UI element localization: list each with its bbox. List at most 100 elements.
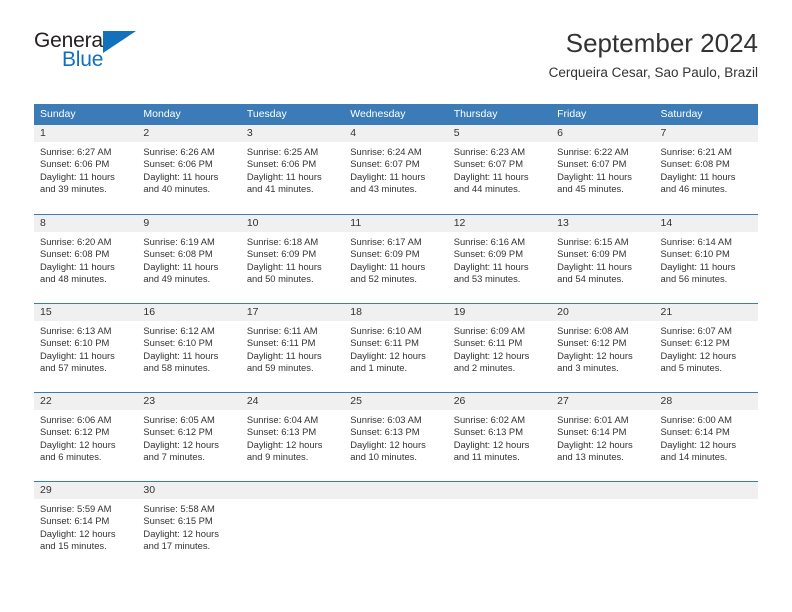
sunset-text: Sunset: 6:09 PM xyxy=(246,248,317,260)
day-info: Sunrise: 6:07 AM Sunset: 6:12 PM Dayligh… xyxy=(655,321,758,375)
sunrise-text: Sunrise: 6:23 AM xyxy=(453,146,526,157)
daylight-text-line2: and 44 minutes. xyxy=(453,183,521,195)
day-cell[interactable]: 9 Sunrise: 6:19 AM Sunset: 6:08 PM Dayli… xyxy=(137,215,241,296)
daylight-text-line1: Daylight: 11 hours xyxy=(246,260,322,272)
daylight-text-line2: and 6 minutes. xyxy=(40,451,102,463)
sunrise-text: Sunrise: 6:09 AM xyxy=(453,325,526,336)
day-info: Sunrise: 6:11 AM Sunset: 6:11 PM Dayligh… xyxy=(241,321,344,375)
sunset-text: Sunset: 6:15 PM xyxy=(143,515,213,527)
daylight-text-line2: and 58 minutes. xyxy=(143,362,211,374)
sunset-text: Sunset: 6:06 PM xyxy=(143,158,213,170)
daylight-text-line2: and 59 minutes. xyxy=(246,362,314,374)
day-cell[interactable]: 15 Sunrise: 6:13 AM Sunset: 6:10 PM Dayl… xyxy=(34,304,138,385)
daylight-text-line1: Daylight: 12 hours xyxy=(453,349,530,361)
sunset-text: Sunset: 6:14 PM xyxy=(557,426,627,438)
day-cell[interactable]: 18 Sunrise: 6:10 AM Sunset: 6:11 PM Dayl… xyxy=(344,304,448,385)
day-info: Sunrise: 6:24 AM Sunset: 6:07 PM Dayligh… xyxy=(344,142,447,196)
day-cell[interactable]: 16 Sunrise: 6:12 AM Sunset: 6:10 PM Dayl… xyxy=(137,304,241,385)
day-number: 1 xyxy=(34,125,138,142)
sunset-text: Sunset: 6:12 PM xyxy=(660,337,730,349)
day-cell[interactable]: 14 Sunrise: 6:14 AM Sunset: 6:10 PM Dayl… xyxy=(654,215,758,296)
day-cell[interactable]: 30 Sunrise: 5:58 AM Sunset: 6:15 PM Dayl… xyxy=(137,482,241,563)
sunrise-text: Sunrise: 6:14 AM xyxy=(660,236,732,247)
daylight-text-line1: Daylight: 11 hours xyxy=(660,170,736,182)
page-title: September 2024 xyxy=(565,28,758,58)
day-cell[interactable]: 1 Sunrise: 6:27 AM Sunset: 6:06 PM Dayli… xyxy=(34,125,138,207)
day-cell[interactable]: 21 Sunrise: 6:07 AM Sunset: 6:12 PM Dayl… xyxy=(654,304,758,385)
sunrise-text: Sunrise: 6:19 AM xyxy=(143,236,215,247)
daylight-text-line1: Daylight: 11 hours xyxy=(143,170,219,182)
day-number: 15 xyxy=(34,304,138,321)
day-info: Sunrise: 6:02 AM Sunset: 6:13 PM Dayligh… xyxy=(448,410,551,464)
sunrise-text: Sunrise: 6:12 AM xyxy=(143,325,215,336)
day-cell[interactable]: 24 Sunrise: 6:04 AM Sunset: 6:13 PM Dayl… xyxy=(240,393,345,474)
day-info: Sunrise: 6:00 AM Sunset: 6:14 PM Dayligh… xyxy=(655,410,758,464)
day-number: 24 xyxy=(240,393,345,410)
weekday-header-saturday: Saturday xyxy=(660,108,703,120)
sunrise-text: Sunrise: 6:15 AM xyxy=(557,236,629,247)
day-cell[interactable]: 26 Sunrise: 6:02 AM Sunset: 6:13 PM Dayl… xyxy=(447,393,552,474)
sunset-text: Sunset: 6:10 PM xyxy=(40,337,110,349)
day-number xyxy=(447,482,552,499)
daylight-text-line2: and 43 minutes. xyxy=(350,183,417,195)
sunset-text: Sunset: 6:07 PM xyxy=(350,158,420,170)
day-cell[interactable]: 27 Sunrise: 6:01 AM Sunset: 6:14 PM Dayl… xyxy=(551,393,655,474)
day-cell[interactable]: 2 Sunrise: 6:26 AM Sunset: 6:06 PM Dayli… xyxy=(137,125,241,207)
day-cell[interactable]: 23 Sunrise: 6:05 AM Sunset: 6:12 PM Dayl… xyxy=(137,393,241,474)
daylight-text-line1: Daylight: 11 hours xyxy=(40,349,115,361)
day-number: 21 xyxy=(654,304,758,321)
day-cell[interactable]: 11 Sunrise: 6:17 AM Sunset: 6:09 PM Dayl… xyxy=(344,215,448,296)
daylight-text-line2: and 9 minutes. xyxy=(246,451,309,463)
week-row: 15 Sunrise: 6:13 AM Sunset: 6:10 PM Dayl… xyxy=(34,303,758,385)
day-cell[interactable]: 3 Sunrise: 6:25 AM Sunset: 6:06 PM Dayli… xyxy=(240,125,345,207)
day-number: 6 xyxy=(551,125,655,142)
general-blue-logo[interactable]: General Blue xyxy=(34,30,144,78)
day-cell[interactable]: 8 Sunrise: 6:20 AM Sunset: 6:08 PM Dayli… xyxy=(34,215,138,296)
day-cell[interactable]: 22 Sunrise: 6:06 AM Sunset: 6:12 PM Dayl… xyxy=(34,393,138,474)
day-cell[interactable]: 28 Sunrise: 6:00 AM Sunset: 6:14 PM Dayl… xyxy=(654,393,758,474)
day-info: Sunrise: 6:09 AM Sunset: 6:11 PM Dayligh… xyxy=(448,321,551,375)
daylight-text-line1: Daylight: 11 hours xyxy=(40,260,115,272)
daylight-text-line2: and 7 minutes. xyxy=(143,451,205,463)
day-cell[interactable]: 4 Sunrise: 6:24 AM Sunset: 6:07 PM Dayli… xyxy=(344,125,448,207)
sunrise-text: Sunrise: 6:21 AM xyxy=(660,146,732,157)
day-cell[interactable]: 19 Sunrise: 6:09 AM Sunset: 6:11 PM Dayl… xyxy=(447,304,552,385)
sunrise-text: Sunrise: 6:10 AM xyxy=(350,325,422,336)
sunrise-text: Sunrise: 6:08 AM xyxy=(557,325,629,336)
day-info: Sunrise: 6:14 AM Sunset: 6:10 PM Dayligh… xyxy=(655,232,758,286)
day-cell-empty xyxy=(551,482,655,563)
day-number: 18 xyxy=(344,304,448,321)
sunrise-text: Sunrise: 6:26 AM xyxy=(143,146,215,157)
daylight-text-line1: Daylight: 12 hours xyxy=(660,349,737,361)
weekday-header-row: Sunday Monday Tuesday Wednesday Thursday… xyxy=(34,104,758,125)
daylight-text-line2: and 46 minutes. xyxy=(660,183,728,195)
sunset-text: Sunset: 6:07 PM xyxy=(453,158,523,170)
calendar-grid: Sunday Monday Tuesday Wednesday Thursday… xyxy=(34,104,758,563)
day-cell[interactable]: 12 Sunrise: 6:16 AM Sunset: 6:09 PM Dayl… xyxy=(447,215,552,296)
day-info: Sunrise: 6:19 AM Sunset: 6:08 PM Dayligh… xyxy=(137,232,240,286)
day-cell[interactable]: 13 Sunrise: 6:15 AM Sunset: 6:09 PM Dayl… xyxy=(551,215,655,296)
day-cell[interactable]: 29 Sunrise: 5:59 AM Sunset: 6:14 PM Dayl… xyxy=(34,482,138,563)
sunset-text: Sunset: 6:10 PM xyxy=(660,248,730,260)
daylight-text-line1: Daylight: 11 hours xyxy=(660,260,736,272)
daylight-text-line2: and 50 minutes. xyxy=(246,273,314,285)
day-cell[interactable]: 5 Sunrise: 6:23 AM Sunset: 6:07 PM Dayli… xyxy=(447,125,552,207)
day-number: 29 xyxy=(34,482,138,499)
day-cell[interactable]: 17 Sunrise: 6:11 AM Sunset: 6:11 PM Dayl… xyxy=(240,304,345,385)
sunset-text: Sunset: 6:12 PM xyxy=(143,426,213,438)
day-cell[interactable]: 7 Sunrise: 6:21 AM Sunset: 6:08 PM Dayli… xyxy=(654,125,758,207)
sunset-text: Sunset: 6:09 PM xyxy=(557,248,627,260)
daylight-text-line1: Daylight: 11 hours xyxy=(350,260,426,272)
day-cell[interactable]: 25 Sunrise: 6:03 AM Sunset: 6:13 PM Dayl… xyxy=(344,393,448,474)
week-row: 29 Sunrise: 5:59 AM Sunset: 6:14 PM Dayl… xyxy=(34,481,758,563)
day-number: 11 xyxy=(344,215,448,232)
day-info: Sunrise: 6:15 AM Sunset: 6:09 PM Dayligh… xyxy=(551,232,654,286)
day-cell[interactable]: 6 Sunrise: 6:22 AM Sunset: 6:07 PM Dayli… xyxy=(551,125,655,207)
day-cell[interactable]: 10 Sunrise: 6:18 AM Sunset: 6:09 PM Dayl… xyxy=(240,215,345,296)
day-info: Sunrise: 6:26 AM Sunset: 6:06 PM Dayligh… xyxy=(137,142,240,196)
week-row: 8 Sunrise: 6:20 AM Sunset: 6:08 PM Dayli… xyxy=(34,214,758,296)
sunset-text: Sunset: 6:13 PM xyxy=(453,426,523,438)
sunrise-text: Sunrise: 6:17 AM xyxy=(350,236,422,247)
sunset-text: Sunset: 6:09 PM xyxy=(350,248,420,260)
day-cell[interactable]: 20 Sunrise: 6:08 AM Sunset: 6:12 PM Dayl… xyxy=(551,304,655,385)
